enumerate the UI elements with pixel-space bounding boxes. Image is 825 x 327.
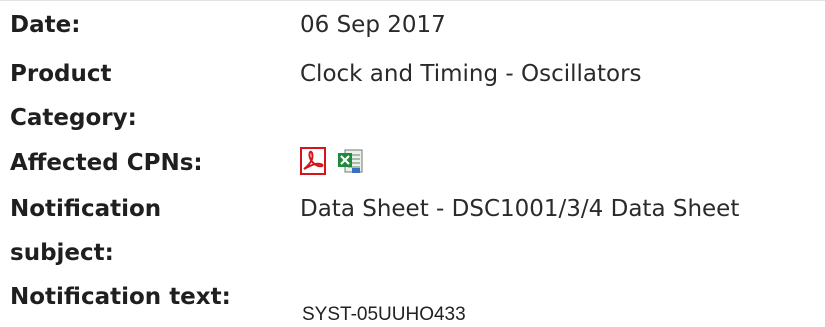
notification-text-label: Notification text: [10,284,231,310]
pdf-icon[interactable] [300,147,326,179]
excel-icon[interactable] [336,147,364,179]
product-category-label-line1: Product [10,61,112,87]
date-row: Date: 06 Sep 2017 [0,5,825,45]
notification-subject-label-line1: Notification [10,196,162,222]
date-value: 06 Sep 2017 [300,12,446,38]
product-category-value: Clock and Timing - Oscillators [300,61,642,87]
top-divider [0,0,825,1]
affected-cpns-row: Affected CPNs: [0,143,825,183]
product-category-label-line2: Category: [10,105,137,131]
affected-cpns-label: Affected CPNs: [10,150,203,176]
notification-subject-label-line2: subject: [10,240,114,266]
notification-text-value: SYST-05UUHO433 [302,304,466,325]
affected-cpns-downloads [300,147,374,179]
product-category-row: Product Category: Clock and Timing - Osc… [0,54,825,138]
date-label: Date: [10,12,81,38]
notification-subject-row: Notification subject: Data Sheet - DSC10… [0,189,825,273]
notification-text-row: Notification text: SYST-05UUHO433 [0,277,825,326]
notification-subject-value: Data Sheet - DSC1001/3/4 Data Sheet [300,196,740,222]
